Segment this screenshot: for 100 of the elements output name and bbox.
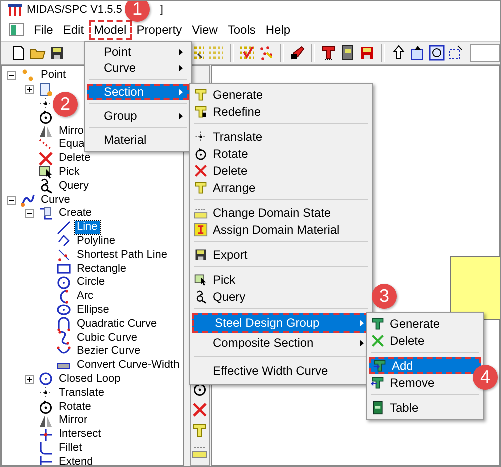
menu-item[interactable]: Change Domain State (192, 204, 370, 221)
check-grid-icon (239, 45, 256, 61)
magnifier-icon (194, 290, 208, 304)
pointer-icon (38, 164, 54, 180)
curve-icon (20, 192, 36, 208)
menu-item[interactable]: Rotate (192, 145, 370, 162)
menu-bar-item[interactable]: Tools (222, 20, 261, 40)
menu-item[interactable]: Table (369, 399, 481, 416)
delete-icon (194, 164, 208, 178)
menu-item[interactable]: Export (192, 246, 370, 263)
menu-bar-item[interactable]: Help (260, 20, 296, 40)
collapse-icon[interactable] (7, 196, 16, 205)
menu-item[interactable]: Pick (192, 271, 370, 288)
tree-item[interactable]: Pick (57, 166, 82, 179)
window-title: ] (160, 4, 164, 16)
section-icon (371, 316, 385, 330)
tree-item[interactable]: Line (75, 221, 100, 234)
arch-curve-icon (56, 316, 72, 332)
menu-item[interactable]: Arrange (192, 179, 370, 196)
app-logo-icon (7, 2, 23, 18)
tree-item[interactable]: Shortest Path Line (75, 248, 170, 262)
rounded-corner-icon (38, 440, 54, 456)
menu-bar-item[interactable]: Property (132, 20, 188, 40)
tree-item[interactable]: Mirro (57, 124, 86, 138)
section-add-icon (373, 358, 387, 372)
tree-item[interactable]: Mirror (57, 414, 90, 428)
beam-section-icon (320, 45, 337, 61)
rotate-icon (38, 109, 54, 126)
document-icon (38, 82, 54, 98)
arrow-outline-icon (390, 45, 407, 61)
tree-item[interactable]: Closed Loop (57, 372, 123, 386)
circle-icon (38, 371, 54, 388)
tree-item[interactable]: Circle (75, 276, 108, 290)
collapse-icon[interactable] (7, 71, 16, 80)
beam-section-icon (192, 423, 208, 439)
beam-section-icon (194, 88, 208, 102)
menu-item[interactable]: Generate (369, 315, 481, 332)
menu-item[interactable]: Composite Section (192, 333, 370, 353)
pointer-icon (194, 272, 208, 286)
tree-item[interactable]: Bezier Curve (75, 345, 143, 358)
menu-item[interactable]: Delete (369, 332, 481, 349)
tree-item[interactable]: Polyline (75, 234, 118, 248)
tree-item[interactable]: Curve (39, 194, 72, 207)
box-arrow-icon (410, 45, 426, 61)
input-field[interactable] (470, 44, 500, 62)
tree-item[interactable]: Quadratic Curve (75, 318, 160, 331)
tree-item[interactable]: Query (57, 180, 91, 193)
menu-item[interactable]: Group (87, 108, 189, 124)
menu-item[interactable]: Point (87, 44, 189, 60)
tree-item[interactable]: Delete (57, 152, 93, 166)
tree-item[interactable]: Point (39, 69, 68, 82)
tree-item[interactable]: Extend (57, 456, 96, 465)
expand-icon[interactable] (25, 374, 34, 384)
menu-item[interactable]: Effective Width Curve (192, 361, 370, 381)
tree-item[interactable]: Ellipse (75, 304, 112, 317)
menu-bar-item[interactable]: Model (89, 20, 132, 40)
tree-item[interactable]: Equa (57, 138, 87, 152)
tree-item[interactable]: Create (57, 207, 94, 220)
tree-item[interactable]: Cubic Curve (75, 332, 140, 345)
delete-icon (371, 334, 385, 348)
rotate-icon (38, 399, 54, 416)
pen-icon (290, 45, 306, 61)
rotate-icon (194, 146, 208, 160)
menu-item[interactable]: Add (369, 357, 481, 374)
menu-item[interactable]: Material (87, 132, 189, 148)
tree-item[interactable]: Rectangle (75, 262, 129, 276)
tree-item[interactable]: Rotate (57, 400, 94, 414)
beam-section-icon (194, 104, 208, 118)
menu-item[interactable]: Translate (192, 128, 370, 145)
tree-item[interactable]: Convert Curve-Width (75, 359, 182, 372)
tree-item[interactable]: Arc (75, 290, 96, 304)
window-title: MIDAS/SPC V1.5.5 (27, 4, 122, 16)
menu-item[interactable]: Delete (192, 162, 370, 179)
delete-icon (38, 150, 54, 167)
section-remove-icon (371, 376, 385, 390)
toolbar-button[interactable] (427, 43, 447, 63)
menu-item[interactable]: Generate (192, 86, 370, 103)
menu-item[interactable]: Query (192, 288, 370, 305)
rotate-box-icon (429, 45, 446, 61)
expand-icon[interactable] (25, 85, 34, 94)
menu-bar-item[interactable]: File (29, 20, 58, 40)
new-document-icon (10, 45, 27, 61)
menu-item[interactable]: Redefine (192, 103, 370, 120)
ellipse-icon (56, 302, 72, 318)
tree-item[interactable]: Intersect (57, 428, 104, 442)
menu-item[interactable]: Curve (87, 60, 189, 76)
window-icon (9, 22, 25, 38)
menu-item[interactable]: Section (87, 84, 189, 100)
cross-icon (38, 426, 54, 443)
menu-item[interactable]: Assign Domain Material (192, 221, 370, 238)
menu-bar-item[interactable]: Edit (58, 20, 90, 40)
dashed-box-icon (448, 45, 464, 61)
book-icon (371, 400, 385, 414)
menu-bar-item[interactable]: View (187, 20, 223, 40)
scattered-dots-icon (258, 45, 275, 61)
i-beam-icon (194, 222, 208, 236)
collapse-icon[interactable] (25, 209, 34, 218)
tree-item[interactable]: Fillet (57, 442, 84, 455)
tree-item[interactable]: Translate (57, 386, 106, 400)
s-curve-icon (56, 330, 72, 346)
